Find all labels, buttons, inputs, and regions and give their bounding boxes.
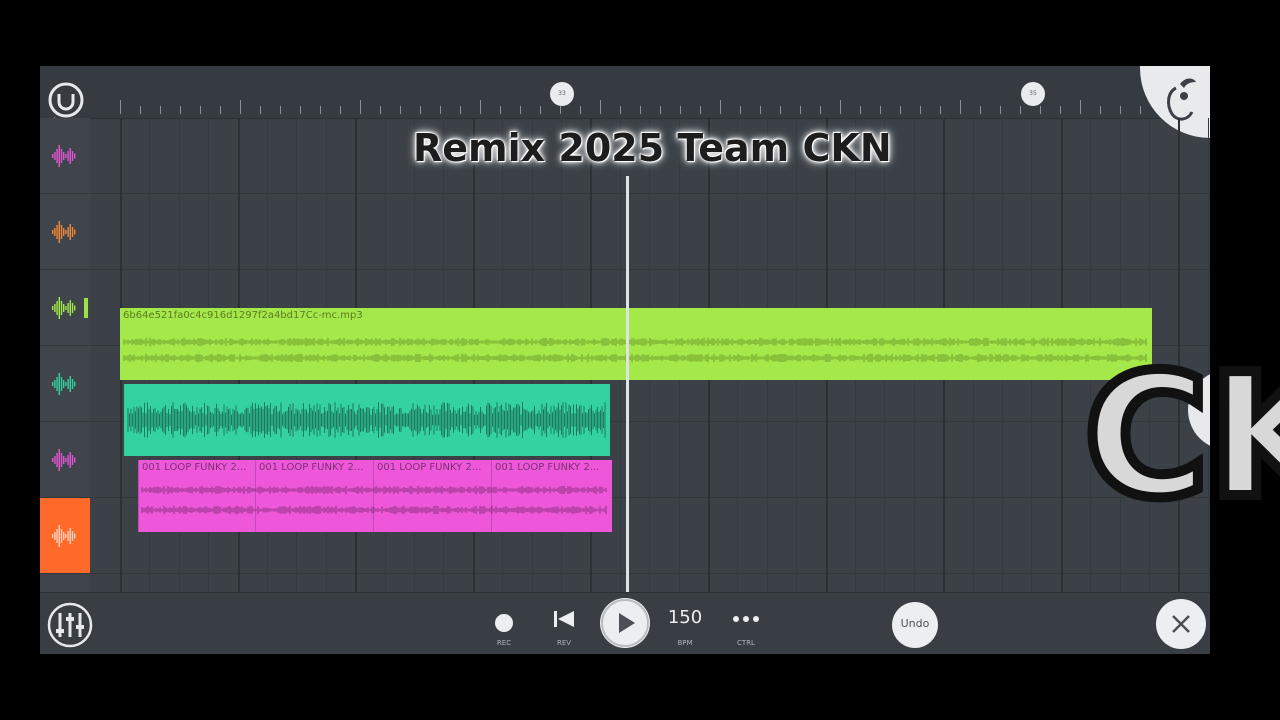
- bpm-label: BPM: [677, 639, 693, 647]
- ruler-tick: [1120, 106, 1121, 114]
- waveform: [123, 337, 1147, 363]
- transport-bar: REC REV 150 BPM CTRL Undo: [40, 592, 1210, 654]
- track-header-column: [40, 118, 90, 592]
- ruler-tick: [620, 106, 621, 114]
- ruler-tick: [200, 106, 201, 114]
- ruler-tick: [1060, 106, 1061, 114]
- waveform-icon: [52, 145, 76, 167]
- ruler-tick: [1000, 106, 1001, 114]
- record-label: REC: [496, 639, 512, 647]
- ruler-tick: [760, 106, 761, 114]
- ruler-tick: [580, 106, 581, 114]
- ruler-tick: [360, 100, 361, 114]
- ruler-tick: [540, 106, 541, 114]
- ruler-tick: [400, 106, 401, 114]
- ruler-tick: [160, 106, 161, 114]
- audio-clip-pink[interactable]: 001 LOOP FUNKY 2... 001 LOOP FUNKY 2... …: [138, 460, 612, 532]
- ruler-tick: [1040, 106, 1041, 114]
- timeline-ruler[interactable]: 33 35: [40, 66, 1210, 119]
- ruler-tick: [860, 106, 861, 114]
- ruler-tick: [780, 106, 781, 114]
- mixer-sliders-icon: [47, 602, 93, 648]
- ruler-tick: [240, 100, 241, 114]
- track-header[interactable]: [40, 498, 90, 574]
- ruler-tick: [380, 106, 381, 114]
- skip-back-icon: [554, 611, 574, 627]
- ruler-tick: [880, 106, 881, 114]
- ruler-tick: [720, 100, 721, 114]
- ruler-tick: [300, 106, 301, 114]
- rewind-label: REV: [556, 639, 572, 647]
- ruler-tick: [680, 106, 681, 114]
- bar-marker[interactable]: 33: [550, 82, 574, 106]
- ruler-tick: [740, 106, 741, 114]
- ruler-tick: [1100, 106, 1101, 114]
- ruler-tick: [940, 106, 941, 114]
- ckn-logo-overlay: CK: [1079, 338, 1280, 536]
- ruler-tick: [420, 106, 421, 114]
- control-label: CTRL: [737, 639, 755, 647]
- record-dot-icon: [495, 614, 513, 632]
- waveform-icon: [52, 525, 76, 547]
- track-selected-indicator: [84, 298, 88, 318]
- mixer-button[interactable]: [46, 601, 94, 649]
- waveform-icon: [52, 297, 76, 319]
- record-button[interactable]: REC: [484, 603, 524, 651]
- bar-marker[interactable]: 35: [1021, 82, 1045, 106]
- more-dots-icon: [733, 616, 759, 622]
- ruler-tick: [840, 100, 841, 114]
- ruler-tick: [140, 106, 141, 114]
- waveform-icon: [52, 373, 76, 395]
- waveform: [127, 401, 606, 439]
- ruler-tick: [980, 106, 981, 114]
- waveform: [141, 485, 607, 515]
- close-icon: [1172, 615, 1190, 633]
- ruler-tick: [560, 106, 561, 114]
- playhead[interactable]: [626, 176, 629, 592]
- ruler-tick: [120, 100, 121, 114]
- ruler-tick: [280, 106, 281, 114]
- waveform-icon: [52, 449, 76, 471]
- ruler-tick: [700, 106, 701, 114]
- bpm-value: 150: [667, 607, 703, 628]
- undo-button[interactable]: Undo: [892, 602, 938, 648]
- ruler-tick: [1020, 106, 1021, 114]
- waveform-icon: [52, 221, 76, 243]
- ruler-tick: [600, 100, 601, 114]
- ruler-tick: [660, 106, 661, 114]
- ruler-tick: [260, 106, 261, 114]
- video-title-overlay: Remix 2025 Team CKN: [413, 126, 892, 170]
- ruler-tick: [320, 106, 321, 114]
- control-menu-button[interactable]: CTRL: [726, 603, 766, 651]
- undo-label: Undo: [900, 617, 930, 630]
- ruler-tick: [800, 106, 801, 114]
- track-header[interactable]: [40, 118, 90, 194]
- ruler-tick: [340, 106, 341, 114]
- track-header[interactable]: [40, 346, 90, 422]
- ruler-tick: [180, 106, 181, 114]
- play-icon: [601, 599, 649, 647]
- ruler-tick: [820, 106, 821, 114]
- rewind-button[interactable]: REV: [544, 603, 584, 651]
- ruler-tick: [640, 106, 641, 114]
- ruler-tick: [960, 100, 961, 114]
- ruler-tick: [900, 106, 901, 114]
- track-header[interactable]: [40, 194, 90, 270]
- ruler-tick: [920, 106, 921, 114]
- ruler-tick: [500, 106, 501, 114]
- close-button[interactable]: [1156, 599, 1206, 649]
- ruler-tick: [460, 106, 461, 114]
- ruler-tick: [480, 100, 481, 114]
- track-header[interactable]: [40, 422, 90, 498]
- audio-clip-green[interactable]: 6b64e521fa0c4c916d1297f2a4bd17Cc-mc.mp3: [120, 308, 1152, 380]
- ruler-tick: [1080, 100, 1081, 114]
- audio-clip-teal[interactable]: [124, 384, 610, 456]
- track-header[interactable]: [40, 270, 90, 346]
- tempo-display[interactable]: 150 BPM: [664, 603, 706, 651]
- play-button[interactable]: [600, 598, 650, 648]
- ruler-tick: [440, 106, 441, 114]
- ruler-tick: [520, 106, 521, 114]
- ruler-tick: [220, 106, 221, 114]
